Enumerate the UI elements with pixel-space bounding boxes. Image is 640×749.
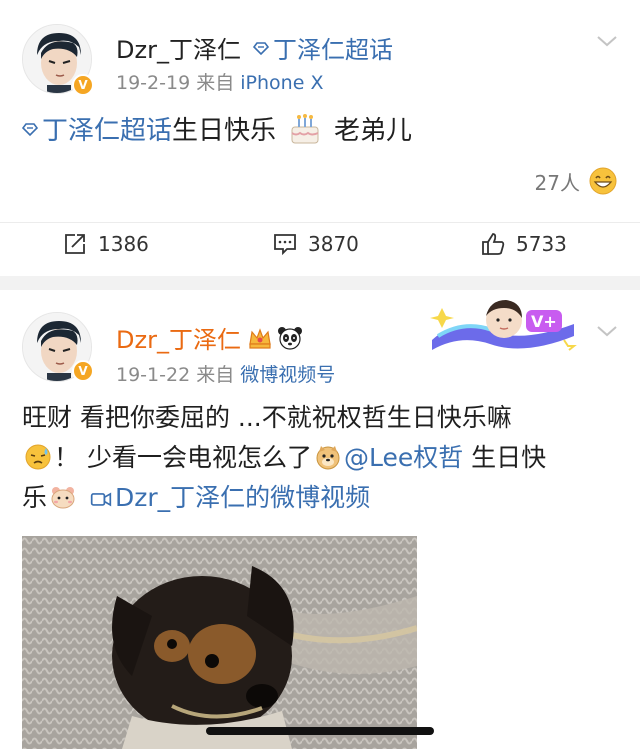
post-source[interactable]: 微博视频号: [240, 364, 335, 386]
content-line-2: ！ 少看一会电视怎么了 @Lee权哲 生日快: [22, 438, 618, 478]
post-content: 丁泽仁超话 生日快乐 老弟儿: [22, 110, 412, 147]
content-supertopic-label: 丁泽仁超话: [42, 116, 173, 146]
supertopic-link[interactable]: 丁泽仁超话: [252, 30, 393, 65]
post-source[interactable]: iPhone X: [240, 72, 323, 94]
hamster-icon: [51, 487, 75, 509]
like-count: 5733: [516, 232, 567, 256]
comment-icon: [274, 234, 296, 256]
post-date: 19-1-22: [116, 364, 191, 386]
content-line-3: 乐 Dzr_丁泽仁的微博视频: [22, 478, 618, 518]
repost-button[interactable]: 1386: [62, 231, 149, 257]
comment-button[interactable]: 3870: [272, 231, 359, 257]
comment-count: 3870: [308, 232, 359, 256]
video-link[interactable]: Dzr_丁泽仁的微博视频: [87, 483, 370, 512]
video-icon: [90, 492, 112, 507]
svg-text:V+: V+: [531, 312, 557, 331]
verified-badge-icon: V: [72, 74, 94, 96]
verified-badge-icon: V: [72, 360, 94, 382]
post-meta: 19-1-22 来自 微博视频号: [116, 360, 335, 387]
mention-link[interactable]: @Lee权哲: [344, 443, 463, 472]
puppy-photo: [22, 536, 417, 749]
doge-icon: [316, 446, 340, 470]
repost-icon: [65, 234, 85, 254]
weibo-post-1: V Dzr_丁泽仁 丁泽仁超话 19-2-19 来自 iPhone X 丁泽仁超…: [0, 0, 640, 276]
repost-count: 1386: [98, 232, 149, 256]
chevron-down-icon[interactable]: [596, 324, 618, 338]
content-text: ！ 少看一会电视怎么了: [54, 443, 312, 472]
content-line-1: 旺财 看把你委屈的 ...不就祝权哲生日快乐嘛: [22, 403, 512, 432]
content-text: 乐: [22, 483, 48, 512]
supertopic-label: 丁泽仁超话: [272, 36, 393, 64]
content-text: 生日快: [463, 443, 547, 472]
content-text: 生日快乐: [172, 116, 277, 146]
username[interactable]: Dzr_丁泽仁: [116, 30, 241, 65]
diamond-icon: [22, 122, 38, 136]
action-bar: 1386 3870 5733: [0, 222, 640, 272]
post-meta: 19-2-19 来自 iPhone X: [116, 68, 323, 95]
video-link-label: Dzr_丁泽仁的微博视频: [114, 483, 371, 512]
home-indicator[interactable]: [206, 727, 434, 735]
username[interactable]: Dzr_丁泽仁: [116, 320, 241, 355]
source-prefix: 来自: [196, 72, 235, 94]
panda-icon: [277, 326, 302, 350]
post-separator: [0, 276, 640, 290]
crown-icon: [249, 327, 271, 349]
content-text-end: 老弟儿: [334, 116, 413, 146]
chevron-down-icon[interactable]: [596, 34, 618, 48]
source-prefix: 来自: [196, 364, 235, 386]
content-supertopic-link[interactable]: 丁泽仁超话: [22, 110, 172, 147]
video-thumbnail[interactable]: [22, 536, 417, 749]
cake-icon: [291, 113, 319, 143]
like-icon: [482, 233, 505, 255]
sweat-icon: [25, 444, 51, 470]
likers-count: 27人: [534, 170, 580, 195]
like-button[interactable]: 5733: [480, 231, 567, 257]
grin-icon: [589, 167, 617, 195]
post-date: 19-2-19: [116, 72, 191, 94]
likers-summary[interactable]: 27人: [535, 166, 618, 196]
vplus-promo-banner[interactable]: V+: [428, 296, 578, 354]
post-content: 旺财 看把你委屈的 ...不就祝权哲生日快乐嘛 ！ 少看一会电视怎么了 @Lee…: [22, 398, 618, 518]
diamond-icon: [252, 41, 269, 55]
